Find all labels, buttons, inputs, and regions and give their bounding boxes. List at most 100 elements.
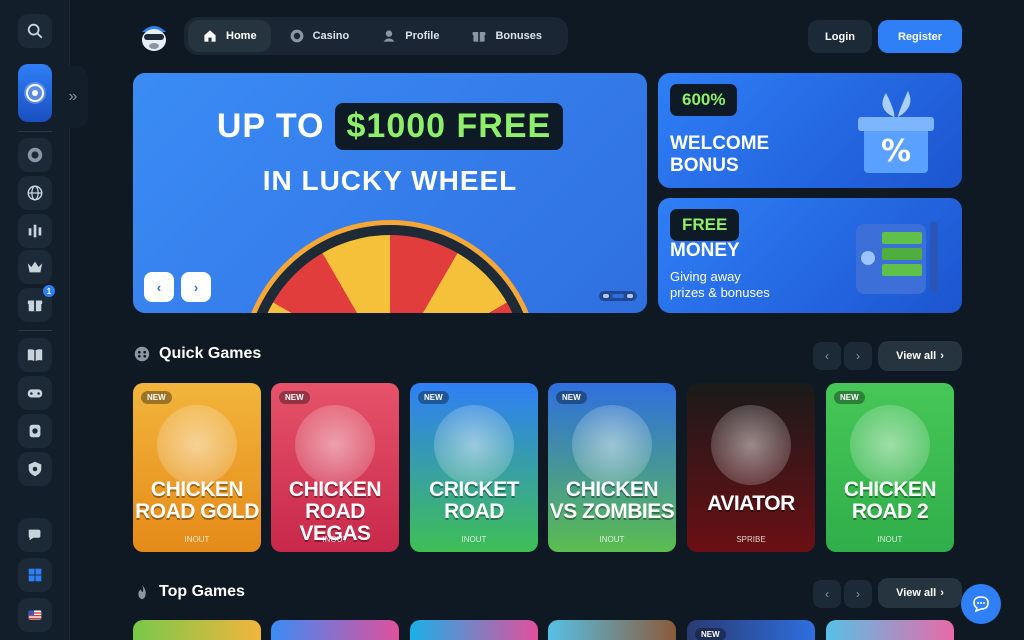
search-button[interactable]	[18, 14, 52, 48]
sidebar-item-wallet[interactable]	[18, 414, 52, 448]
top-next-button[interactable]: ›	[844, 580, 872, 608]
promo-free-money[interactable]: FREE MONEY Giving away prizes & bonuses	[658, 198, 962, 313]
chevron-right-icon: ›	[940, 350, 944, 362]
divider	[18, 131, 52, 132]
user-icon	[383, 30, 395, 42]
sidebar-item-games[interactable]	[18, 376, 52, 410]
new-badge: NEW	[279, 391, 310, 404]
nav-home[interactable]: Home	[188, 20, 271, 52]
top-game-card[interactable]: NEW	[687, 620, 815, 640]
chart-icon	[28, 224, 42, 238]
top-prev-button[interactable]: ‹	[813, 580, 841, 608]
sidebar-item-vip[interactable]	[18, 250, 52, 284]
live-chat-button[interactable]	[961, 584, 1001, 624]
promo-sub-line: prizes & bonuses	[670, 285, 770, 300]
promo-title: MONEY	[670, 240, 740, 261]
top-game-card[interactable]	[271, 620, 399, 640]
nav-label: Home	[226, 30, 257, 42]
quick-next-button[interactable]: ›	[844, 342, 872, 370]
joystick-icon	[134, 346, 150, 362]
lucky-wheel-button[interactable]	[18, 64, 52, 122]
top-game-card[interactable]	[410, 620, 538, 640]
nav-label: Casino	[312, 30, 350, 42]
game-art	[157, 405, 237, 485]
game-title-line: ROAD	[444, 500, 504, 523]
carousel-dot-active[interactable]	[612, 294, 624, 298]
promo-welcome-bonus[interactable]: 600% WELCOME BONUS %	[658, 73, 962, 188]
game-card[interactable]: NEW CHICKEN ROAD VEGAS INOUT	[271, 383, 399, 552]
top-game-card[interactable]	[826, 620, 954, 640]
gift-icon	[27, 300, 43, 312]
wheel-icon	[24, 82, 46, 104]
carousel-dot[interactable]	[627, 294, 633, 298]
gift-box-icon: %	[858, 91, 934, 173]
game-title-line: ROAD 2	[851, 500, 929, 523]
quick-view-all-button[interactable]: View all ›	[878, 341, 962, 371]
hero-banner[interactable]: UP TO $1000 FREE IN LUCKY WHEEL ‹ ›	[133, 73, 647, 313]
game-art	[711, 405, 791, 485]
game-title: CRICKET ROAD	[410, 479, 538, 523]
game-art	[850, 405, 930, 485]
top-game-card[interactable]	[133, 620, 261, 640]
book-icon	[27, 349, 43, 362]
main-nav: Home Casino Profile Bonuses	[184, 17, 568, 55]
new-badge: NEW	[556, 391, 587, 404]
view-all-label: View all	[896, 587, 937, 599]
windows-icon	[28, 568, 42, 582]
quick-prev-button[interactable]: ‹	[813, 342, 841, 370]
sidebar: » 1	[0, 0, 88, 640]
login-button[interactable]: Login	[808, 20, 872, 53]
hero-prev-button[interactable]: ‹	[144, 272, 174, 302]
sidebar-item-app-download[interactable]	[18, 558, 52, 592]
sidebar-item-bonuses[interactable]: 1	[18, 285, 55, 322]
game-card[interactable]: NEW CHICKEN ROAD 2 INOUT	[826, 383, 954, 552]
site-logo[interactable]	[136, 18, 172, 54]
sidebar-item-casino[interactable]	[18, 138, 52, 172]
game-title-line: CHICKEN	[565, 478, 659, 501]
game-title: CHICKEN VS ZOMBIES	[548, 479, 676, 523]
gamepad-icon	[27, 389, 43, 398]
lucky-wheel-illustration	[245, 225, 535, 313]
register-button[interactable]: Register	[878, 20, 962, 53]
sidebar-expand-button[interactable]: »	[58, 66, 88, 128]
sidebar-item-trading[interactable]	[18, 214, 52, 248]
promo-subtitle: Giving away prizes & bonuses	[670, 269, 770, 301]
casino-chip-icon	[27, 147, 43, 163]
promo-pill: FREE	[670, 209, 740, 241]
game-provider: INOUT	[599, 535, 625, 544]
nav-casino[interactable]: Casino	[275, 20, 364, 52]
game-card[interactable]: AVIATOR SPRIBE	[687, 383, 815, 552]
chat-bubble-icon	[973, 596, 989, 613]
game-title-line: VS ZOMBIES	[549, 500, 675, 523]
game-title: CHICKEN ROAD GOLD	[133, 479, 261, 523]
game-art	[295, 405, 375, 485]
nav-bonuses[interactable]: Bonuses	[457, 20, 555, 52]
divider	[18, 330, 52, 331]
svg-text:%: %	[881, 134, 911, 169]
top-game-card[interactable]	[548, 620, 676, 640]
sidebar-item-sports[interactable]	[18, 176, 52, 210]
chevron-right-icon: ›	[856, 349, 860, 363]
carousel-dot[interactable]	[603, 294, 609, 298]
promo-title-line: WELCOME	[670, 133, 770, 154]
new-badge: NEW	[141, 391, 172, 404]
sidebar-item-language[interactable]	[18, 598, 52, 632]
nav-profile[interactable]: Profile	[367, 20, 453, 52]
section-title: Quick Games	[159, 345, 262, 362]
game-title-line: CHICKEN	[843, 478, 937, 501]
top-view-all-button[interactable]: View all ›	[878, 578, 962, 608]
home-icon	[204, 30, 216, 42]
shield-icon	[28, 461, 42, 477]
sidebar-item-support[interactable]	[18, 518, 52, 552]
game-card[interactable]: NEW CHICKEN VS ZOMBIES INOUT	[548, 383, 676, 552]
game-card[interactable]: NEW CRICKET ROAD INOUT	[410, 383, 538, 552]
hero-subline: IN LUCKY WHEEL	[262, 165, 518, 196]
hero-next-button[interactable]: ›	[181, 272, 211, 302]
hero-highlight: $1000 FREE	[334, 103, 564, 150]
sidebar-item-blog[interactable]	[18, 338, 52, 372]
new-badge: NEW	[418, 391, 449, 404]
game-card[interactable]: NEW CHICKEN ROAD GOLD INOUT	[133, 383, 261, 552]
carousel-dots[interactable]	[599, 291, 637, 301]
sidebar-item-security[interactable]	[18, 452, 52, 486]
nav-label: Profile	[405, 30, 440, 42]
